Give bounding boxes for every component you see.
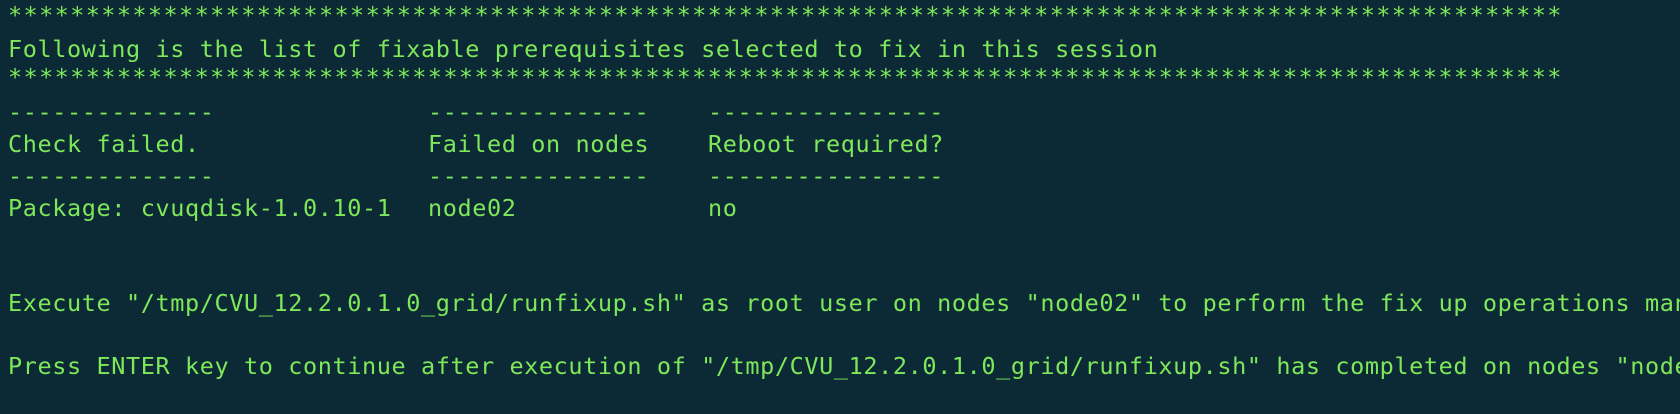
header-check-failed: Check failed. [8, 130, 200, 158]
stars-separator-bottom: ****************************************… [8, 63, 1563, 91]
fixable-list-heading: Following is the list of fixable prerequ… [8, 35, 1159, 63]
enter-key-prompt: Press ENTER key to continue after execut… [8, 352, 1680, 380]
header-failed-on-nodes: Failed on nodes [428, 130, 650, 158]
divider-rule-col-1: -------------- [8, 162, 215, 190]
cell-package-name: Package: cvuqdisk-1.0.10-1 [8, 194, 392, 222]
divider-rule-col-2: --------------- [428, 162, 650, 190]
header-reboot-required: Reboot required? [708, 130, 944, 158]
header-rule-col-2: --------------- [428, 98, 650, 126]
terminal-window[interactable]: ****************************************… [0, 0, 1680, 414]
header-rule-col-1: -------------- [8, 98, 215, 126]
cell-failed-node: node02 [428, 194, 517, 222]
divider-rule-col-3: ---------------- [708, 162, 944, 190]
stars-separator-top: ****************************************… [8, 1, 1563, 29]
execute-instruction: Execute "/tmp/CVU_12.2.0.1.0_grid/runfix… [8, 289, 1680, 317]
cell-reboot-required: no [708, 194, 738, 222]
header-rule-col-3: ---------------- [708, 98, 944, 126]
